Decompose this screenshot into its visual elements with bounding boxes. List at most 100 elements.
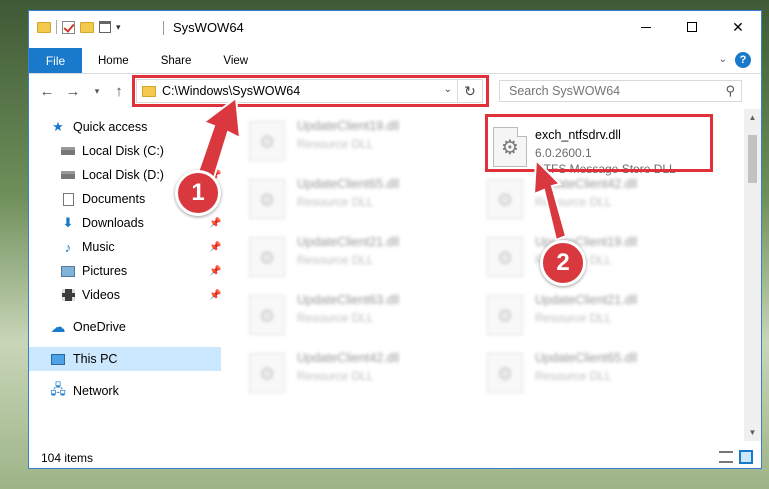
large-icons-view-icon[interactable]: [739, 450, 753, 464]
toolbar-divider: [56, 20, 57, 34]
download-icon: ⬇: [62, 215, 74, 230]
expand-ribbon-icon[interactable]: ⌄: [719, 54, 727, 65]
network-icon: 🖧: [50, 381, 66, 397]
file-name: UpdateClient42.dll: [535, 177, 638, 191]
navigation-pane: ★ Quick access Local Disk (C:) Local Dis…: [29, 115, 221, 437]
dll-file-icon: [249, 295, 285, 335]
star-icon: ★: [52, 119, 64, 134]
sidebar-item-music[interactable]: ♪ Music 📌: [29, 235, 222, 259]
file-highlight-box: [485, 114, 713, 172]
address-highlight-box: [132, 75, 489, 107]
file-description: Resource DLL: [297, 311, 374, 325]
sidebar-item-label: Network: [73, 384, 119, 398]
cloud-icon: ☁: [50, 319, 66, 336]
customize-icon[interactable]: [99, 21, 111, 33]
videos-icon: [61, 289, 75, 302]
ribbon-divider: [29, 73, 761, 74]
sidebar-item-network[interactable]: 🖧 Network: [29, 379, 221, 403]
folder-icon[interactable]: [37, 21, 51, 33]
drive-icon: [61, 145, 75, 158]
forward-arrow-icon[interactable]: →: [63, 81, 83, 101]
file-description: Resource DLL: [535, 311, 612, 325]
list-item[interactable]: UpdateClient42.dll Resource DLL: [487, 175, 707, 225]
pin-icon[interactable]: 📌: [209, 242, 221, 253]
callout-step-2: 2: [540, 240, 586, 286]
sidebar-item-pictures[interactable]: Pictures 📌: [29, 259, 221, 283]
sidebar-item-label: Local Disk (D:): [82, 168, 164, 182]
details-view-icon[interactable]: [719, 451, 733, 463]
recent-locations-icon[interactable]: ▾: [87, 81, 107, 101]
explorer-window: ▾ SysWOW64 ✕ File Home Share View ⌄ ? ← …: [28, 10, 762, 469]
sidebar-item-label: Pictures: [82, 264, 128, 278]
minimize-button[interactable]: [623, 11, 669, 43]
file-description: Resource DLL: [297, 253, 374, 267]
sidebar-item-local-disk-c[interactable]: Local Disk (C:): [29, 139, 221, 163]
new-folder-icon[interactable]: [80, 21, 94, 33]
file-description: Resource DLL: [535, 369, 612, 383]
minimize-icon: [641, 26, 651, 28]
dll-file-icon: [487, 237, 523, 277]
dll-file-icon: [249, 121, 285, 161]
maximize-button[interactable]: [669, 11, 715, 43]
list-item[interactable]: UpdateClient21.dll Resource DLL: [249, 233, 469, 283]
properties-check-icon[interactable]: [62, 20, 75, 34]
window-title: SysWOW64: [173, 20, 244, 35]
file-name: UpdateClient65.dll: [297, 177, 400, 191]
scroll-down-icon[interactable]: ▼: [744, 424, 761, 441]
sidebar-item-label: Documents: [82, 192, 146, 206]
list-item[interactable]: UpdateClient19.dll Resource DLL: [487, 233, 707, 283]
up-arrow-icon[interactable]: ↑: [109, 81, 129, 101]
tab-home[interactable]: Home: [82, 48, 145, 73]
drive-icon: [61, 169, 75, 182]
list-item[interactable]: UpdateClient21.dll Resource DLL: [487, 291, 707, 341]
navigation-bar: ← → ▾ ↑ C:\Windows\SysWOW64 ⌄ ↻ ⚲: [29, 75, 761, 107]
sidebar-item-videos[interactable]: Videos 📌: [29, 283, 221, 307]
sidebar-item-label: This PC: [73, 352, 118, 366]
file-description: Resource DLL: [297, 369, 374, 383]
tab-view[interactable]: View: [207, 48, 264, 73]
title-divider: [163, 21, 164, 35]
sidebar-item-this-pc[interactable]: This PC: [29, 347, 221, 371]
sidebar-item-quick-access[interactable]: ★ Quick access: [29, 115, 221, 139]
dll-file-icon: [249, 237, 285, 277]
status-bar: 104 items: [29, 443, 761, 468]
file-description: Resource DLL: [535, 195, 612, 209]
dll-file-icon: [487, 353, 523, 393]
file-description: Resource DLL: [297, 195, 374, 209]
item-count: 104 items: [41, 451, 94, 465]
close-button[interactable]: ✕: [715, 11, 761, 43]
window-controls: ✕: [623, 11, 761, 43]
file-description: Resource DLL: [297, 137, 374, 151]
pin-icon[interactable]: 📌: [209, 266, 221, 277]
tab-file[interactable]: File: [29, 48, 82, 73]
list-item[interactable]: UpdateClient65.dll Resource DLL: [249, 175, 469, 225]
search-input[interactable]: [509, 84, 709, 98]
tab-share[interactable]: Share: [145, 48, 208, 73]
dll-file-icon: [249, 179, 285, 219]
chevron-down-icon[interactable]: ▾: [116, 22, 121, 33]
sidebar-item-label: Local Disk (C:): [82, 144, 164, 158]
scroll-thumb[interactable]: [748, 135, 757, 183]
scroll-up-icon[interactable]: ▲: [744, 109, 761, 126]
list-item[interactable]: UpdateClient42.dll Resource DLL: [249, 349, 469, 399]
pin-icon[interactable]: 📌: [209, 218, 221, 229]
dll-file-icon: [487, 295, 523, 335]
title-bar: ▾ SysWOW64 ✕: [29, 11, 761, 43]
sidebar-item-label: Downloads: [82, 216, 144, 230]
help-icon[interactable]: ?: [735, 52, 751, 68]
back-arrow-icon[interactable]: ←: [37, 81, 57, 101]
list-item[interactable]: UpdateClient65.dll Resource DLL: [487, 349, 707, 399]
sidebar-item-label: OneDrive: [73, 320, 126, 334]
vertical-scrollbar[interactable]: ▲ ▼: [744, 109, 761, 441]
file-name: UpdateClient21.dll: [535, 293, 638, 307]
file-name: UpdateClient21.dll: [297, 235, 400, 249]
pin-icon[interactable]: 📌: [209, 290, 221, 301]
list-item[interactable]: UpdateClient63.dll Resource DLL: [249, 291, 469, 341]
search-box[interactable]: ⚲: [499, 80, 742, 102]
file-name: UpdateClient63.dll: [297, 293, 400, 307]
quick-access-toolbar: ▾: [37, 20, 121, 34]
search-icon[interactable]: ⚲: [725, 83, 735, 99]
sidebar-item-onedrive[interactable]: ☁ OneDrive: [29, 315, 221, 339]
list-item[interactable]: UpdateClient19.dll Resource DLL: [249, 117, 469, 167]
dll-file-icon: [487, 179, 523, 219]
